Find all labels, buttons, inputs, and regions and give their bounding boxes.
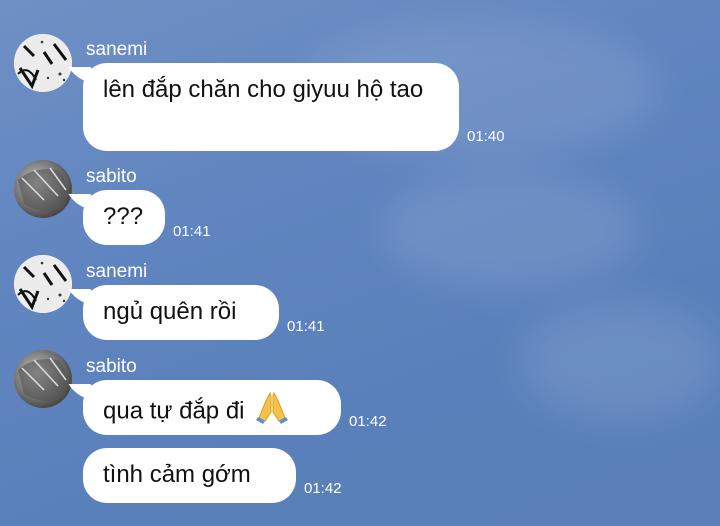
- avatar-sabito[interactable]: [14, 160, 72, 218]
- sender-name: sabito: [86, 356, 137, 377]
- message-bubble[interactable]: ngủ quên rồi: [83, 285, 279, 340]
- message-text: tình cảm gớm: [103, 461, 251, 488]
- message-bubble[interactable]: ???: [83, 190, 165, 245]
- message-timestamp: 01:41: [173, 223, 211, 240]
- message-text: ???: [103, 203, 144, 230]
- message-bubble[interactable]: qua tự đắp đi: [83, 380, 341, 435]
- message-timestamp: 01:42: [304, 480, 342, 497]
- message-text: ngủ quên rồi: [103, 298, 237, 325]
- message-timestamp: 01:40: [467, 128, 505, 145]
- folded-hands-icon: [255, 390, 289, 434]
- message-bubble[interactable]: lên đắp chăn cho giyuu hộ tao: [83, 63, 459, 151]
- message-timestamp: 01:41: [287, 318, 325, 335]
- sender-name: sanemi: [86, 39, 148, 60]
- message-timestamp: 01:42: [349, 413, 387, 430]
- message-text: qua tự đắp đi: [103, 397, 245, 425]
- avatar-sanemi[interactable]: [14, 255, 72, 313]
- sender-name: sabito: [86, 166, 137, 187]
- message-bubble[interactable]: tình cảm gớm: [83, 448, 296, 503]
- sender-name: sanemi: [86, 261, 148, 282]
- avatar-sanemi[interactable]: [14, 34, 72, 92]
- avatar-sabito[interactable]: [14, 350, 72, 408]
- message-text: lên đắp chăn cho giyuu hộ tao: [103, 76, 424, 103]
